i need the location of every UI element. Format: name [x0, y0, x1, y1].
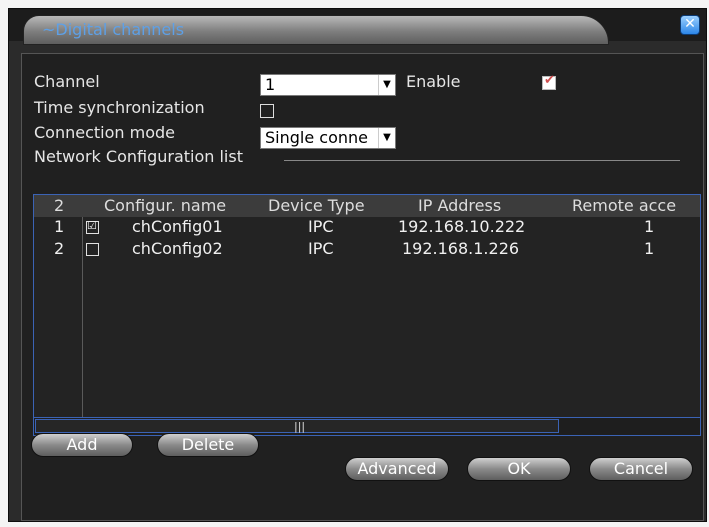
row-checkbox[interactable]: ☑ — [86, 219, 99, 234]
header-count: 2 — [54, 196, 65, 215]
connection-mode-label: Connection mode — [34, 123, 175, 142]
section-divider — [284, 160, 680, 161]
advanced-button[interactable]: Advanced — [345, 457, 449, 481]
network-config-list: 2 Configur. name Device Type IP Address … — [33, 194, 701, 436]
ok-button[interactable]: OK — [467, 457, 571, 481]
table-row[interactable]: 2 chConfig02 IPC 192.168.1.226 1 — [34, 239, 700, 261]
checkmark-icon: ✔ — [544, 73, 555, 88]
row-config-name: chConfig01 — [132, 217, 223, 236]
row-remote-access: 1 — [644, 217, 655, 236]
close-icon: ✕ — [684, 16, 696, 32]
list-header: 2 Configur. name Device Type IP Address … — [34, 195, 700, 217]
delete-button[interactable]: Delete — [157, 433, 259, 457]
channel-select[interactable]: 1 ▼ — [260, 74, 396, 96]
cancel-button[interactable]: Cancel — [589, 457, 693, 481]
enable-label: Enable — [406, 72, 461, 91]
time-sync-checkbox[interactable] — [260, 104, 274, 118]
chevron-down-icon: ▼ — [378, 75, 395, 95]
channel-label: Channel — [34, 72, 100, 91]
dialog-title: ~Digital channels — [42, 20, 185, 39]
channel-value: 1 — [265, 75, 276, 94]
connection-mode-value: Single conne — [265, 128, 368, 147]
row-index: 2 — [54, 239, 65, 258]
digital-channels-dialog: ~Digital channels ✕ Channel 1 ▼ Enable ✔… — [8, 8, 707, 522]
scroll-grip: ||| — [294, 420, 306, 433]
row-device-type: IPC — [308, 217, 334, 236]
row-device-type: IPC — [308, 239, 334, 258]
add-button[interactable]: Add — [31, 433, 133, 457]
row-remote-access: 1 — [644, 239, 655, 258]
row-checkbox[interactable] — [86, 243, 99, 256]
header-config-name[interactable]: Configur. name — [104, 196, 226, 215]
header-remote-access[interactable]: Remote acce — [572, 196, 676, 215]
row-index: 1 — [54, 217, 65, 236]
header-device-type[interactable]: Device Type — [268, 196, 365, 215]
scrollbar-thumb[interactable]: ||| — [35, 419, 559, 433]
title-tab: ~Digital channels — [23, 15, 609, 45]
connection-mode-select[interactable]: Single conne ▼ — [260, 127, 396, 149]
horizontal-scrollbar[interactable]: ||| — [34, 417, 700, 435]
row-ip-address: 192.168.10.222 — [398, 217, 526, 236]
time-sync-label: Time synchronization — [34, 98, 205, 117]
table-row[interactable]: 1 ☑ chConfig01 IPC 192.168.10.222 1 — [34, 217, 700, 239]
enable-checkbox[interactable]: ✔ — [542, 73, 556, 90]
row-ip-address: 192.168.1.226 — [402, 239, 520, 258]
row-config-name: chConfig02 — [132, 239, 223, 258]
title-bar: ~Digital channels ✕ — [9, 9, 706, 45]
header-ip-address[interactable]: IP Address — [418, 196, 501, 215]
network-config-section-label: Network Configuration list — [34, 147, 243, 166]
close-button[interactable]: ✕ — [680, 15, 700, 35]
checkmark-icon: ☑ — [87, 219, 97, 232]
chevron-down-icon: ▼ — [378, 128, 395, 148]
